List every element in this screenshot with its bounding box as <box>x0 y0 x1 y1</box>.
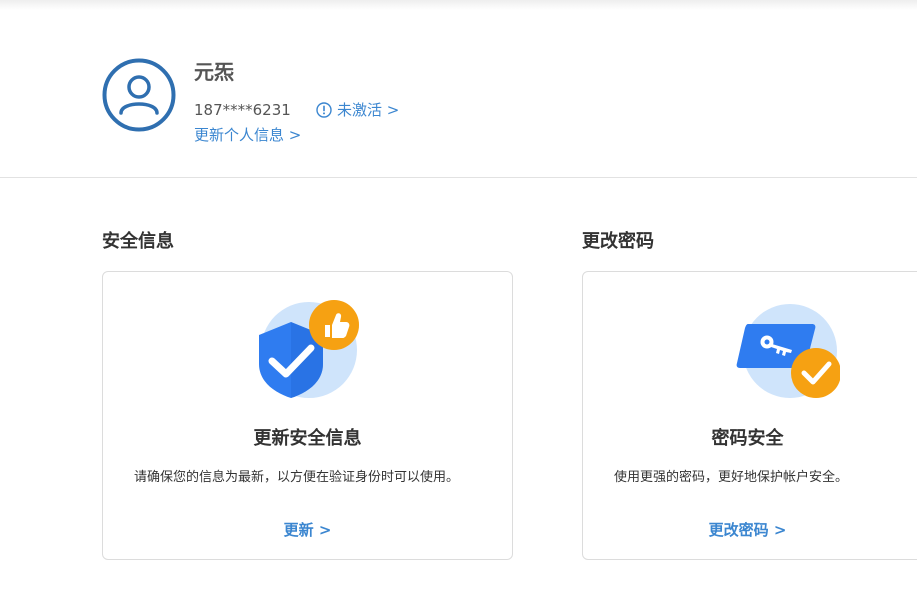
update-profile-link[interactable]: 更新个人信息 > <box>194 125 301 145</box>
info-circle-icon <box>316 102 332 118</box>
activation-status-label: 未激活 > <box>337 101 400 119</box>
password-card-heading: 密码安全 <box>711 428 784 449</box>
security-info-title: 安全信息 <box>102 231 174 252</box>
avatar <box>102 58 176 132</box>
change-password-card: 密码安全 使用更强的密码，更好地保护帐户安全。 更改密码 > <box>582 271 917 560</box>
security-card-description: 请确保您的信息为最新，以方便在验证身份时可以使用。 <box>134 470 460 485</box>
security-info-card: 更新安全信息 请确保您的信息为最新，以方便在验证身份时可以使用。 更新 > <box>102 271 513 560</box>
security-illustration <box>255 298 365 402</box>
shield-check-icon <box>259 300 359 398</box>
password-card-description: 使用更强的密码，更好地保护帐户安全。 <box>614 470 849 485</box>
password-illustration <box>736 302 841 402</box>
update-security-link[interactable]: 更新 > <box>103 520 512 540</box>
change-password-link[interactable]: 更改密码 > <box>583 520 912 540</box>
activation-status-link[interactable]: 未激活 > <box>316 100 399 120</box>
top-shadow <box>0 0 917 10</box>
account-page: 元炁 187****6231 未激活 > 更新个人信息 > 安全信息 更新安全信… <box>0 0 917 599</box>
key-card-icon <box>736 304 841 398</box>
change-password-title: 更改密码 <box>582 231 654 252</box>
user-avatar-icon <box>102 58 176 132</box>
profile-phone: 187****6231 <box>194 101 291 119</box>
security-card-heading: 更新安全信息 <box>253 428 362 449</box>
header-divider <box>0 177 917 178</box>
profile-name: 元炁 <box>194 60 234 84</box>
